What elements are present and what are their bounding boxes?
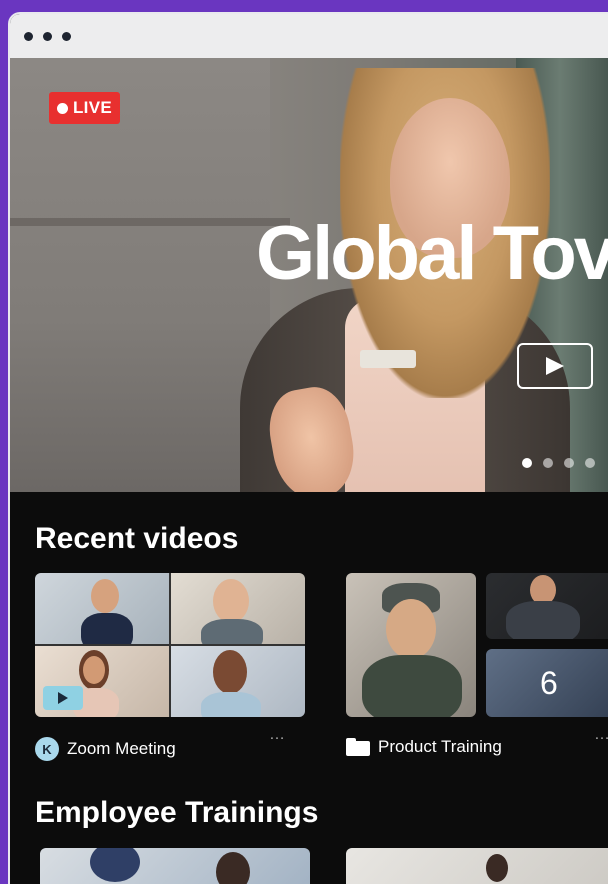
window-dot-icon[interactable]	[43, 31, 52, 41]
more-icon[interactable]: …	[269, 726, 286, 744]
section-title-trainings: Employee Trainings	[35, 796, 319, 829]
play-button[interactable]	[43, 686, 83, 710]
hero-background-detail	[10, 218, 290, 226]
avatar: K	[35, 737, 59, 761]
window-dot-icon[interactable]	[62, 31, 71, 41]
folder-icon	[346, 738, 370, 756]
window-dot-icon[interactable]	[24, 31, 33, 41]
hero-play-button[interactable]	[517, 343, 593, 389]
video-card-title[interactable]: K Zoom Meeting	[35, 737, 176, 761]
video-thumbnail[interactable]: 6	[486, 649, 608, 717]
play-icon	[546, 357, 564, 375]
live-badge: LIVE	[49, 92, 120, 124]
training-thumbnail[interactable]	[346, 848, 608, 884]
participant-tile	[35, 573, 169, 644]
video-card-label[interactable]: Zoom Meeting	[67, 739, 176, 759]
live-label: LIVE	[73, 98, 112, 117]
video-count: 6	[540, 665, 558, 701]
carousel-indicator	[522, 458, 595, 468]
carousel-dot[interactable]	[543, 458, 553, 468]
video-thumbnail[interactable]	[35, 573, 305, 717]
hero-title: Global Tov	[256, 211, 608, 296]
participant-tile	[171, 646, 305, 717]
carousel-dot[interactable]	[564, 458, 574, 468]
video-card-zoom-meeting[interactable]	[35, 573, 305, 717]
hero-presenter	[360, 350, 416, 368]
video-card-product-training[interactable]: 6	[346, 573, 608, 717]
video-thumbnail[interactable]	[486, 573, 608, 639]
title-bar	[10, 14, 608, 58]
carousel-dot[interactable]	[522, 458, 532, 468]
video-card-title[interactable]: Product Training	[346, 737, 502, 757]
video-card-label[interactable]: Product Training	[378, 737, 502, 757]
live-dot-icon	[57, 102, 68, 114]
section-title-recent: Recent videos	[35, 522, 239, 555]
carousel-dot[interactable]	[585, 458, 595, 468]
more-icon[interactable]: …	[594, 726, 608, 744]
hero-banner[interactable]: LIVE Global Tov	[10, 58, 608, 492]
play-icon	[58, 692, 68, 704]
browser-window: LIVE Global Tov Recent videos K Zoom Mee…	[8, 12, 608, 884]
video-thumbnail[interactable]	[346, 573, 476, 717]
participant-tile	[171, 573, 305, 644]
training-thumbnail[interactable]	[40, 848, 310, 884]
